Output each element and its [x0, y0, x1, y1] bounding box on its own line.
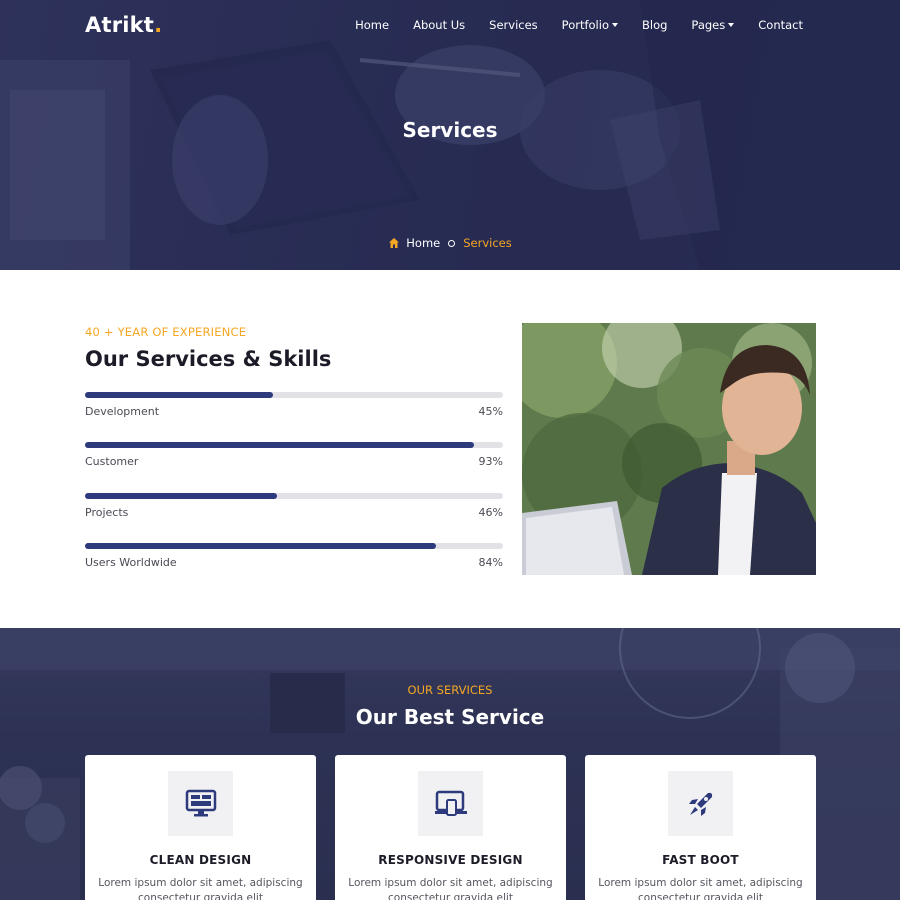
card-title: CLEAN DESIGN [149, 853, 252, 867]
services-section: OUR SERVICES Our Best Service CLEAN DESI… [0, 628, 900, 900]
skills-title: Our Services & Skills [85, 347, 332, 371]
progress-track [85, 392, 503, 398]
skill-development: Development 45% [85, 392, 503, 426]
progress-track [85, 442, 503, 448]
progress-fill [85, 493, 278, 499]
caret-down-icon [728, 23, 735, 27]
caret-down-icon [611, 23, 618, 27]
businessman-photo [522, 323, 816, 575]
breadcrumb-current: Services [463, 236, 512, 250]
breadcrumb-home-link[interactable]: Home [406, 236, 440, 250]
services-eyebrow: OUR SERVICES [407, 683, 493, 697]
page-title: Services [402, 118, 498, 142]
card-text: Lorem ipsum dolor sit amet, adipiscing c… [98, 877, 303, 900]
service-card-fast-boot[interactable]: FAST BOOT Lorem ipsum dolor sit amet, ad… [585, 755, 816, 900]
skill-label: Development [85, 405, 160, 418]
nav-item-contact[interactable]: Contact [758, 18, 803, 32]
nav-item-pages[interactable]: Pages [691, 18, 735, 32]
card-text: Lorem ipsum dolor sit amet, adipiscing c… [348, 877, 553, 900]
progress-track [85, 543, 503, 549]
rocket-icon [688, 792, 712, 816]
monitor-icon [185, 789, 216, 816]
card-icon-box [418, 771, 483, 836]
skill-percent: 84% [478, 556, 503, 569]
progress-track [85, 493, 503, 499]
devices-icon [434, 790, 467, 816]
skill-label: Projects [85, 506, 129, 519]
skills-eyebrow: 40 + YEAR OF EXPERIENCE [85, 325, 247, 339]
nav-item-portfolio[interactable]: Portfolio [562, 18, 618, 32]
navbar: Atrikt. Home About Us Services Portfolio… [0, 0, 900, 52]
skill-percent: 93% [478, 455, 503, 468]
skill-projects: Projects 46% [85, 493, 503, 527]
card-title: RESPONSIVE DESIGN [378, 853, 523, 867]
progress-fill [85, 442, 474, 448]
skill-label: Customer [85, 455, 139, 468]
skill-users-worldwide: Users Worldwide 84% [85, 543, 503, 577]
main-nav: Home About Us Services Portfolio Blog Pa… [331, 18, 803, 32]
services-title: Our Best Service [355, 705, 545, 729]
brand-logo[interactable]: Atrikt. [85, 13, 162, 37]
card-title: FAST BOOT [662, 853, 739, 867]
skill-customer: Customer 93% [85, 442, 503, 476]
breadcrumb-separator-icon [448, 239, 456, 247]
card-icon-box [168, 771, 233, 836]
progress-fill [85, 543, 437, 549]
service-card-responsive-design[interactable]: RESPONSIVE DESIGN Lorem ipsum dolor sit … [335, 755, 566, 900]
nav-item-services[interactable]: Services [489, 18, 538, 32]
card-icon-box [668, 771, 733, 836]
page-header-hero: Atrikt. Home About Us Services Portfolio… [0, 0, 900, 270]
service-card-clean-design[interactable]: CLEAN DESIGN Lorem ipsum dolor sit amet,… [85, 755, 316, 900]
nav-item-blog[interactable]: Blog [642, 18, 667, 32]
breadcrumb: Home Services [0, 236, 900, 250]
skill-label: Users Worldwide [85, 556, 177, 569]
card-text: Lorem ipsum dolor sit amet, adipiscing c… [598, 877, 803, 900]
home-icon [389, 238, 400, 248]
nav-item-home[interactable]: Home [355, 18, 389, 32]
progress-fill [85, 392, 274, 398]
skill-percent: 45% [478, 405, 503, 418]
skill-percent: 46% [478, 506, 503, 519]
nav-item-about-us[interactable]: About Us [413, 18, 465, 32]
skills-section: 40 + YEAR OF EXPERIENCE Our Services & S… [0, 270, 900, 628]
